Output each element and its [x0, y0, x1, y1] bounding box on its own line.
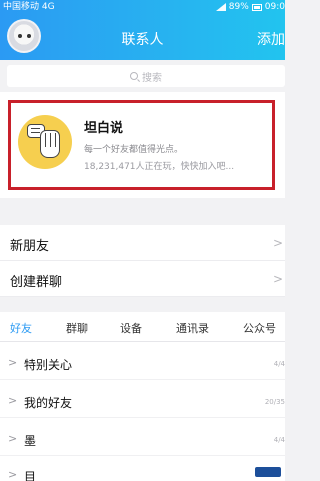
- new-friends-row[interactable]: 新朋友 >: [0, 225, 285, 261]
- row-label: 新朋友: [10, 239, 50, 254]
- group-row[interactable]: > 墨 4/4: [0, 424, 285, 456]
- promo-title: 坦白说: [84, 121, 124, 136]
- chevron-right-icon: >: [8, 468, 18, 481]
- group-name: 目: [24, 470, 37, 481]
- carrier-label: 中国移动 4G: [3, 2, 55, 12]
- status-bar: 中国移动 4G 89% 09:0: [0, 0, 285, 14]
- group-name: 特别关心: [24, 358, 73, 372]
- group-name: 墨: [24, 434, 37, 448]
- status-right: 89% 09:0: [215, 0, 285, 14]
- search-icon: [130, 72, 138, 80]
- create-group-chat-row[interactable]: 创建群聊 >: [0, 261, 285, 297]
- group-count: 4/4: [273, 436, 285, 444]
- confession-icon: [18, 115, 72, 169]
- tab-address-book[interactable]: 通讯录: [176, 320, 209, 336]
- page-title: 联系人: [121, 32, 164, 48]
- chevron-right-icon: >: [8, 356, 18, 369]
- watermark-logo: [255, 467, 281, 477]
- promo-card[interactable]: 坦白说 每一个好友都值得光点。 18,231,471人正在玩，快快加入吧...: [8, 100, 275, 190]
- battery-icon: [251, 3, 262, 11]
- battery-percent: 89%: [228, 2, 249, 12]
- friend-groups: > 特别关心 4/4 > 我的好友 20/35 > 墨 4/4 > 目: [0, 342, 285, 481]
- search-input[interactable]: 搜索: [7, 65, 285, 87]
- group-row[interactable]: > 目: [0, 460, 285, 481]
- signal-icon: [215, 3, 226, 11]
- group-count: 4/4: [273, 360, 285, 368]
- group-row[interactable]: > 我的好友 20/35: [0, 386, 285, 418]
- tab-official-accounts[interactable]: 公众号: [243, 320, 276, 336]
- chevron-right-icon: >: [8, 432, 18, 445]
- chevron-right-icon: >: [272, 272, 283, 286]
- group-name: 我的好友: [24, 396, 73, 410]
- search-area: 搜索: [0, 60, 285, 92]
- row-label: 创建群聊: [10, 275, 63, 290]
- search-placeholder: 搜索: [142, 72, 162, 84]
- tab-devices[interactable]: 设备: [120, 320, 142, 336]
- group-count: 20/35: [264, 398, 285, 406]
- chevron-right-icon: >: [8, 394, 18, 407]
- contact-tabs: 好友 群聊 设备 通讯录 公众号: [0, 312, 285, 342]
- add-button[interactable]: 添加: [257, 29, 285, 49]
- top-bar: 中国移动 4G 89% 09:0 联系人 添加: [0, 0, 285, 60]
- promo-subtitle: 每一个好友都值得光点。: [84, 145, 184, 155]
- promo-section: 坦白说 每一个好友都值得光点。 18,231,471人正在玩，快快加入吧...: [0, 92, 285, 198]
- tab-groups[interactable]: 群聊: [66, 320, 88, 336]
- raised-hand-icon: [40, 130, 60, 158]
- group-row[interactable]: > 特别关心 4/4: [0, 348, 285, 380]
- promo-online-count: 18,231,471人正在玩，快快加入吧...: [84, 162, 235, 172]
- tab-friends[interactable]: 好友: [10, 320, 32, 336]
- chevron-right-icon: >: [272, 236, 283, 250]
- clock: 09:0: [264, 2, 285, 12]
